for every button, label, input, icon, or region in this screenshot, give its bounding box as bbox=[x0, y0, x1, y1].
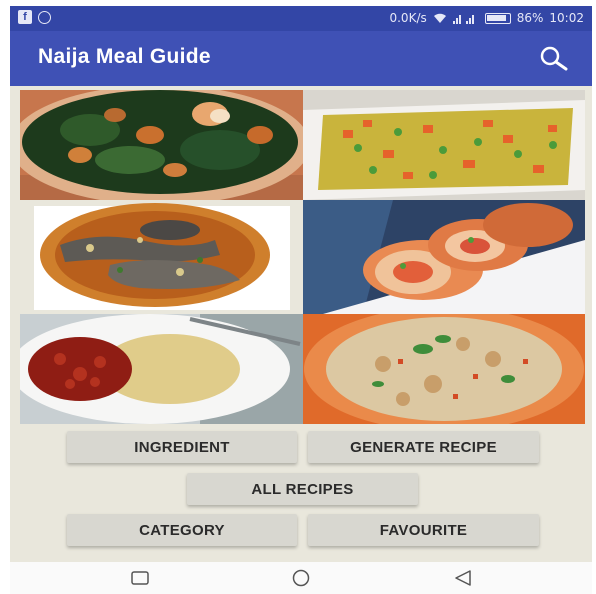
meal-image-grid bbox=[20, 90, 585, 424]
generate-recipe-button[interactable]: GENERATE RECIPE bbox=[308, 431, 539, 463]
clock: 10:02 bbox=[549, 11, 584, 25]
battery-icon bbox=[484, 12, 511, 24]
rice-and-stew-image[interactable] bbox=[20, 314, 303, 424]
all-recipes-button[interactable]: ALL RECIPES bbox=[187, 473, 418, 505]
catfish-pepper-soup-image[interactable] bbox=[20, 200, 303, 314]
wifi-icon bbox=[433, 13, 446, 23]
whatsapp-icon bbox=[38, 10, 51, 24]
ingredient-button[interactable]: INGREDIENT bbox=[67, 431, 297, 463]
app-bar: Naija Meal Guide bbox=[10, 31, 592, 86]
phone-screen: f 0.0K/s 86% 10:02 Naija Meal Guide INGR… bbox=[10, 6, 592, 594]
square-icon[interactable] bbox=[130, 570, 150, 586]
category-button[interactable]: CATEGORY bbox=[67, 514, 297, 546]
app-title: Naija Meal Guide bbox=[38, 45, 211, 68]
triangle-back-icon[interactable] bbox=[452, 569, 474, 587]
circle-icon[interactable] bbox=[290, 569, 312, 587]
status-bar: f 0.0K/s 86% 10:02 bbox=[10, 6, 592, 31]
search-icon[interactable] bbox=[536, 45, 570, 73]
facebook-icon: f bbox=[18, 10, 32, 24]
signal-icon bbox=[452, 14, 474, 24]
favourite-button[interactable]: FAVOURITE bbox=[308, 514, 539, 546]
vegetable-soup-image[interactable] bbox=[20, 90, 303, 200]
vegetable-rice-image[interactable] bbox=[303, 314, 585, 424]
battery-percent: 86% bbox=[516, 11, 544, 25]
navigation-bar bbox=[10, 562, 592, 594]
fried-rice-image[interactable] bbox=[303, 90, 585, 200]
network-speed: 0.0K/s bbox=[389, 11, 427, 25]
stuffed-roll-image[interactable] bbox=[303, 200, 585, 314]
